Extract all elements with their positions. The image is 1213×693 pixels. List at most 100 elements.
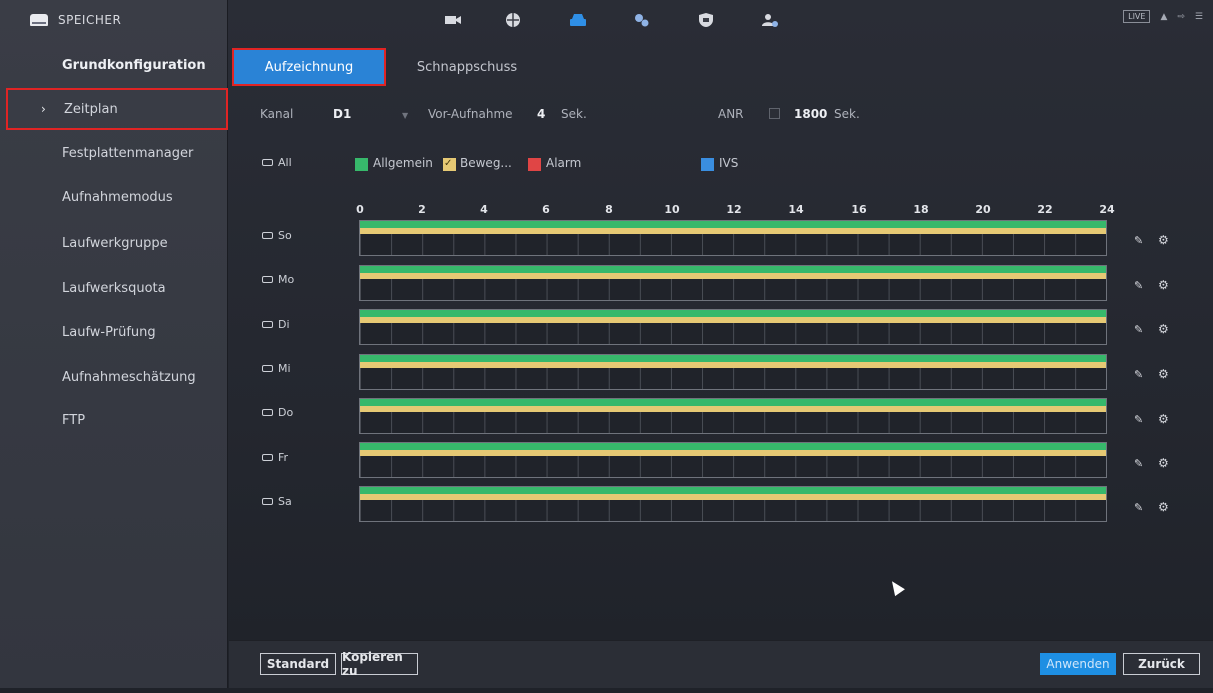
tab-schnappschuss[interactable]: Schnappschuss [392,48,542,86]
legend-label-ivs: IVS [719,156,739,170]
checkbox-icon [262,365,273,372]
day-label: Di [278,318,290,331]
legend-label-bewegung: Beweg... [460,156,512,170]
hour-label: 6 [542,203,550,216]
timeline-mi[interactable] [359,354,1107,390]
timeline-do[interactable] [359,398,1107,434]
camera-icon[interactable] [444,12,462,28]
pencil-icon[interactable]: ✎ [1134,413,1143,426]
checkbox-icon [262,276,273,283]
gear-icon[interactable]: ⚙ [1158,412,1169,426]
apply-button[interactable]: Anwenden [1040,653,1116,675]
sidebar-item-label: FTP [62,412,86,428]
pencil-icon[interactable]: ✎ [1134,234,1143,247]
anr-checkbox[interactable] [769,108,780,119]
system-settings-icon[interactable] [633,12,651,28]
tab-aufzeichnung[interactable]: Aufzeichnung [232,48,386,86]
hour-label: 22 [1037,203,1053,216]
pre-record-input[interactable]: 4 [537,107,545,121]
legend-swatch-allgemein[interactable] [355,158,368,171]
chevron-down-icon[interactable]: ▼ [402,111,408,120]
day-checkbox-sa[interactable]: Sa [262,495,292,508]
sidebar-item-festplattenmanager[interactable]: Festplattenmanager [0,138,228,168]
day-label: Sa [278,495,292,508]
sidebar-item-laufw-pruefung[interactable]: Laufw-Prüfung [0,317,228,347]
hour-label: 12 [726,203,742,216]
anr-input[interactable]: 1800 [794,107,827,121]
mouse-cursor-icon [887,577,905,597]
day-checkbox-do[interactable]: Do [262,406,293,419]
sidebar-item-label: Grundkonfiguration [62,57,206,73]
sidebar-title: SPEICHER [58,13,122,27]
general-record-bar [360,266,1106,273]
day-label: Fr [278,451,289,464]
pencil-icon[interactable]: ✎ [1134,368,1143,381]
network-icon[interactable] [504,12,522,28]
timeline-sa[interactable] [359,486,1107,522]
check-icon: ✓ [444,158,453,169]
gear-icon[interactable]: ⚙ [1158,278,1169,292]
sidebar-header: SPEICHER [30,8,121,32]
all-label: All [278,156,292,169]
day-label: Mo [278,273,295,286]
pencil-icon[interactable]: ✎ [1134,501,1143,514]
kanal-select[interactable]: D1 [333,107,351,121]
hour-label: 18 [913,203,929,216]
live-button[interactable]: LIVE [1123,10,1151,23]
sidebar-item-aufnahmeschaetzung[interactable]: Aufnahmeschätzung [0,362,228,392]
gear-icon[interactable]: ⚙ [1158,367,1169,381]
hour-label: 2 [418,203,426,216]
day-checkbox-di[interactable]: Di [262,318,290,331]
day-checkbox-mi[interactable]: Mi [262,362,291,375]
legend-label-alarm: Alarm [546,156,582,170]
sidebar-item-aufnahmemodus[interactable]: Aufnahmemodus [0,182,228,212]
day-label: Mi [278,362,291,375]
storage-icon[interactable] [569,12,587,28]
user-icon[interactable]: ▲ [1160,12,1167,22]
motion-record-bar [360,450,1106,456]
day-checkbox-mo[interactable]: Mo [262,273,294,286]
all-checkbox[interactable]: All [262,156,292,169]
motion-record-bar [360,494,1106,500]
general-record-bar [360,443,1106,450]
gear-icon[interactable]: ⚙ [1158,500,1169,514]
copy-to-button[interactable]: Kopieren zu [341,650,418,678]
hour-label: 0 [356,203,364,216]
motion-record-bar [360,317,1106,323]
timeline-fr[interactable] [359,442,1107,478]
menu-icon[interactable]: ☰ [1195,12,1203,22]
back-button[interactable]: Zurück [1123,653,1200,675]
security-shield-icon[interactable] [697,12,715,28]
pencil-icon[interactable]: ✎ [1134,457,1143,470]
gear-icon[interactable]: ⚙ [1158,233,1169,247]
gear-icon[interactable]: ⚙ [1158,322,1169,336]
sidebar-item-label: Aufnahmeschätzung [62,369,196,385]
hour-label: 16 [851,203,867,216]
day-checkbox-so[interactable]: So [262,229,292,242]
sidebar-item-laufwerksquota[interactable]: Laufwerksquota [0,273,228,303]
timeline-di[interactable] [359,309,1107,345]
pencil-icon[interactable]: ✎ [1134,323,1143,336]
legend-swatch-ivs[interactable] [701,158,714,171]
standard-button[interactable]: Standard [260,653,336,675]
timeline-mo[interactable] [359,265,1107,301]
checkbox-icon [262,498,273,505]
kanal-label: Kanal [260,107,294,121]
pencil-icon[interactable]: ✎ [1134,279,1143,292]
sidebar-item-ftp[interactable]: FTP [0,405,228,435]
timeline-so[interactable] [359,220,1107,256]
sidebar-item-label: Festplattenmanager [62,145,194,161]
general-record-bar [360,221,1106,228]
day-checkbox-fr[interactable]: Fr [262,451,288,464]
gear-icon[interactable]: ⚙ [1158,456,1169,470]
sidebar-item-zeitplan[interactable]: › Zeitplan [6,88,228,130]
account-icon[interactable] [761,12,779,28]
sidebar-item-laufwerkgruppe[interactable]: Laufwerkgruppe [0,228,228,258]
sidebar-item-label: Laufwerksquota [62,280,166,296]
logout-icon[interactable]: ⇨ [1177,12,1185,22]
sidebar-item-grundkonfiguration[interactable]: Grundkonfiguration [0,50,228,80]
chevron-right-icon: › [41,102,46,116]
legend-swatch-alarm[interactable] [528,158,541,171]
motion-record-bar [360,406,1106,412]
motion-record-bar [360,228,1106,234]
